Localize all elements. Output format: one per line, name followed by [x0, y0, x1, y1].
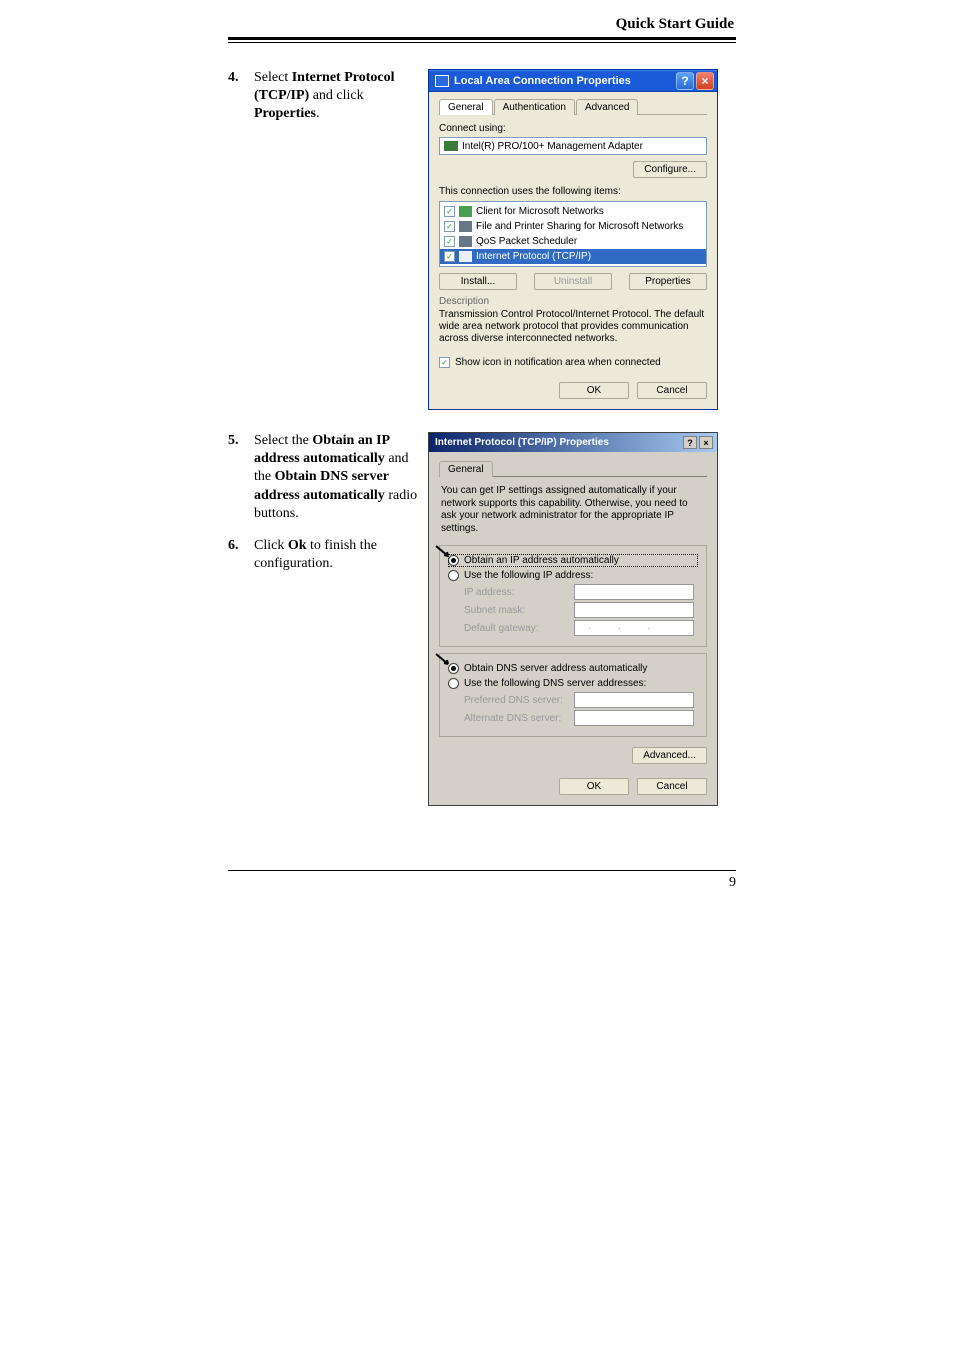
step-4-text: Select Internet Protocol (TCP/IP) and cl… — [254, 69, 418, 124]
radio-obtain-ip-label: Obtain an IP address automatically — [464, 555, 619, 566]
tcpip-properties-dialog: Internet Protocol (TCP/IP) Properties ? … — [428, 432, 718, 806]
properties-button[interactable]: Properties — [629, 273, 707, 290]
item-fp-label: File and Printer Sharing for Microsoft N… — [476, 221, 683, 232]
radio-icon — [448, 570, 459, 581]
nic-icon — [444, 141, 458, 151]
help-icon[interactable]: ? — [683, 436, 697, 449]
radio-obtain-dns[interactable]: Obtain DNS server address automatically — [448, 662, 698, 675]
description-text: Transmission Control Protocol/Internet P… — [439, 307, 707, 351]
item-qos[interactable]: ✓ QoS Packet Scheduler — [440, 234, 706, 249]
adapter-field: Intel(R) PRO/100+ Management Adapter — [439, 137, 707, 155]
header-rule-thick — [228, 37, 736, 40]
alt-dns-input — [574, 710, 694, 726]
ip-address-row: IP address: — [464, 584, 698, 600]
subnet-input — [574, 602, 694, 618]
service-icon — [459, 221, 472, 232]
radio-use-ip-label: Use the following IP address: — [464, 570, 593, 581]
lan-title-icon — [435, 75, 449, 87]
ip-fieldset: Obtain an IP address automatically Use t… — [439, 545, 707, 647]
dns-fieldset: Obtain DNS server address automatically … — [439, 653, 707, 737]
pref-dns-row: Preferred DNS server: — [464, 692, 698, 708]
radio-use-dns[interactable]: Use the following DNS server addresses: — [448, 677, 698, 690]
subnet-label: Subnet mask: — [464, 605, 574, 616]
lan-title: Local Area Connection Properties — [454, 75, 631, 87]
item-tcpip-label: Internet Protocol (TCP/IP) — [476, 251, 591, 262]
lan-properties-dialog: Local Area Connection Properties ? × Gen… — [428, 69, 718, 410]
gateway-input: ... — [574, 620, 694, 636]
item-client-label: Client for Microsoft Networks — [476, 206, 604, 217]
close-icon[interactable]: × — [696, 72, 714, 90]
lan-titlebar: Local Area Connection Properties ? × — [429, 70, 717, 92]
description-label: Description — [439, 296, 707, 307]
alt-dns-label: Alternate DNS server: — [464, 713, 574, 724]
show-icon-label: Show icon in notification area when conn… — [455, 357, 661, 368]
lan-ok-button[interactable]: OK — [559, 382, 629, 399]
ip-label: IP address: — [464, 587, 574, 598]
radio-use-dns-label: Use the following DNS server addresses: — [464, 678, 646, 689]
tcpip-titlebar: Internet Protocol (TCP/IP) Properties ? … — [429, 433, 717, 452]
subnet-row: Subnet mask: — [464, 602, 698, 618]
gateway-row: Default gateway: ... — [464, 620, 698, 636]
tcpip-cancel-button[interactable]: Cancel — [637, 778, 707, 795]
step-6-text: Click Ok to finish the configuration. — [254, 537, 418, 573]
tab-advanced[interactable]: Advanced — [576, 99, 638, 115]
step-6: 6. Click Ok to finish the configuration. — [228, 537, 418, 573]
advanced-button[interactable]: Advanced... — [632, 747, 707, 764]
help-icon[interactable]: ? — [676, 72, 694, 90]
step-5-text: Select the Obtain an IP address automati… — [254, 432, 418, 523]
adapter-name: Intel(R) PRO/100+ Management Adapter — [462, 141, 643, 152]
show-icon-checkbox[interactable]: ✓ — [439, 357, 450, 368]
tab-authentication[interactable]: Authentication — [494, 99, 575, 115]
item-file-printer[interactable]: ✓ File and Printer Sharing for Microsoft… — [440, 219, 706, 234]
step-4-number: 4. — [228, 69, 254, 124]
radio-use-ip[interactable]: Use the following IP address: — [448, 569, 698, 582]
step-5: 5. Select the Obtain an IP address autom… — [228, 432, 418, 523]
items-listbox[interactable]: ✓ Client for Microsoft Networks ✓ File a… — [439, 201, 707, 267]
items-label: This connection uses the following items… — [439, 186, 707, 197]
tcpip-title: Internet Protocol (TCP/IP) Properties — [435, 437, 609, 448]
configure-button[interactable]: Configure... — [633, 161, 707, 178]
protocol-icon — [459, 251, 472, 262]
radio-icon — [448, 678, 459, 689]
step-5-number: 5. — [228, 432, 254, 523]
pref-dns-input — [574, 692, 694, 708]
lan-cancel-button[interactable]: Cancel — [637, 382, 707, 399]
install-button[interactable]: Install... — [439, 273, 517, 290]
close-icon[interactable]: × — [699, 436, 713, 449]
checkbox-icon[interactable]: ✓ — [444, 221, 455, 232]
ip-input — [574, 584, 694, 600]
alt-dns-row: Alternate DNS server: — [464, 710, 698, 726]
tcpip-tab-general[interactable]: General — [439, 461, 493, 477]
radio-obtain-dns-label: Obtain DNS server address automatically — [464, 663, 647, 674]
tcpip-description: You can get IP settings assigned automat… — [441, 485, 705, 535]
service-icon — [459, 236, 472, 247]
item-client[interactable]: ✓ Client for Microsoft Networks — [440, 204, 706, 219]
connect-using-label: Connect using: — [439, 123, 707, 134]
step-4: 4. Select Internet Protocol (TCP/IP) and… — [228, 69, 418, 124]
arrow-icon — [434, 544, 458, 562]
lan-tabs: General Authentication Advanced — [439, 98, 707, 115]
pref-dns-label: Preferred DNS server: — [464, 695, 574, 706]
tab-general[interactable]: General — [439, 99, 493, 115]
client-icon — [459, 206, 472, 217]
page-number: 9 — [228, 871, 736, 891]
arrow-icon — [434, 652, 458, 670]
uninstall-button[interactable]: Uninstall — [534, 273, 612, 290]
tcpip-ok-button[interactable]: OK — [559, 778, 629, 795]
checkbox-icon[interactable]: ✓ — [444, 206, 455, 217]
checkbox-icon[interactable]: ✓ — [444, 236, 455, 247]
radio-obtain-ip[interactable]: Obtain an IP address automatically — [448, 554, 698, 567]
checkbox-icon[interactable]: ✓ — [444, 251, 455, 262]
gateway-label: Default gateway: — [464, 623, 574, 634]
page-header-title: Quick Start Guide — [228, 16, 736, 33]
item-qos-label: QoS Packet Scheduler — [476, 236, 577, 247]
step-6-number: 6. — [228, 537, 254, 573]
item-tcpip[interactable]: ✓ Internet Protocol (TCP/IP) — [440, 249, 706, 264]
